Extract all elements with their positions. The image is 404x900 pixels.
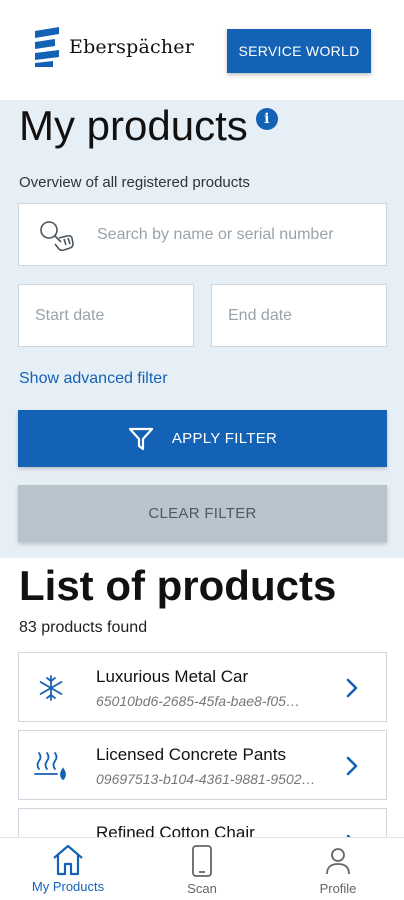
page-title: My products i: [19, 102, 278, 150]
apply-filter-button[interactable]: APPLY FILTER: [18, 410, 387, 467]
brand-logo[interactable]: Eberspächer: [33, 27, 194, 67]
product-card[interactable]: Luxurious Metal Car 65010bd6-2685-45fa-b…: [18, 652, 387, 722]
phone-icon: [192, 845, 212, 877]
service-world-button[interactable]: SERVICE WORLD: [227, 29, 371, 73]
nav-scan-label: Scan: [187, 881, 217, 896]
list-title: List of products: [19, 562, 337, 609]
bottom-navigation: My Products Scan Profile: [0, 837, 404, 900]
info-icon[interactable]: i: [255, 108, 278, 130]
nav-profile-label: Profile: [319, 881, 357, 896]
search-input[interactable]: [97, 225, 367, 244]
clear-filter-button[interactable]: CLEAR FILTER: [18, 485, 387, 542]
filter-panel: My products i Overview of all registered…: [0, 100, 404, 558]
snowflake-icon: [39, 675, 63, 701]
page-subtitle: Overview of all registered products: [19, 174, 250, 191]
apply-filter-label: APPLY FILTER: [171, 430, 278, 447]
nav-my-products[interactable]: My Products: [20, 838, 116, 900]
end-date-field[interactable]: [211, 284, 387, 347]
person-icon: [326, 848, 350, 875]
app-header: Eberspächer SERVICE WORLD: [0, 0, 404, 100]
eberspaecher-logo-icon: [35, 27, 59, 67]
chevron-right-icon: [346, 756, 358, 776]
advanced-filter-link[interactable]: Show advanced filter: [19, 370, 168, 388]
end-date-input[interactable]: [228, 306, 368, 325]
brand-name: Eberspächer: [69, 36, 195, 58]
search-hand-icon: [40, 220, 74, 251]
page-title-text: My products: [19, 102, 248, 149]
product-count: 83 products found: [19, 619, 148, 636]
filter-funnel-icon: [128, 427, 153, 450]
nav-scan[interactable]: Scan: [172, 838, 232, 900]
heater-icon: [34, 752, 66, 781]
start-date-input[interactable]: [35, 306, 175, 325]
nav-profile[interactable]: Profile: [306, 838, 370, 900]
product-serial: 65010bd6-2685-45fa-bae8-f05…: [96, 693, 300, 709]
search-field[interactable]: [18, 203, 387, 266]
product-card[interactable]: Licensed Concrete Pants 09697513-b104-43…: [18, 730, 387, 800]
product-name: Luxurious Metal Car: [96, 667, 249, 686]
product-name: Licensed Concrete Pants: [96, 745, 286, 764]
start-date-field[interactable]: [18, 284, 194, 347]
home-icon: [53, 844, 83, 876]
product-serial: 09697513-b104-4361-9881-9502…: [96, 771, 316, 787]
nav-my-products-label: My Products: [31, 879, 105, 894]
chevron-right-icon: [346, 678, 358, 698]
